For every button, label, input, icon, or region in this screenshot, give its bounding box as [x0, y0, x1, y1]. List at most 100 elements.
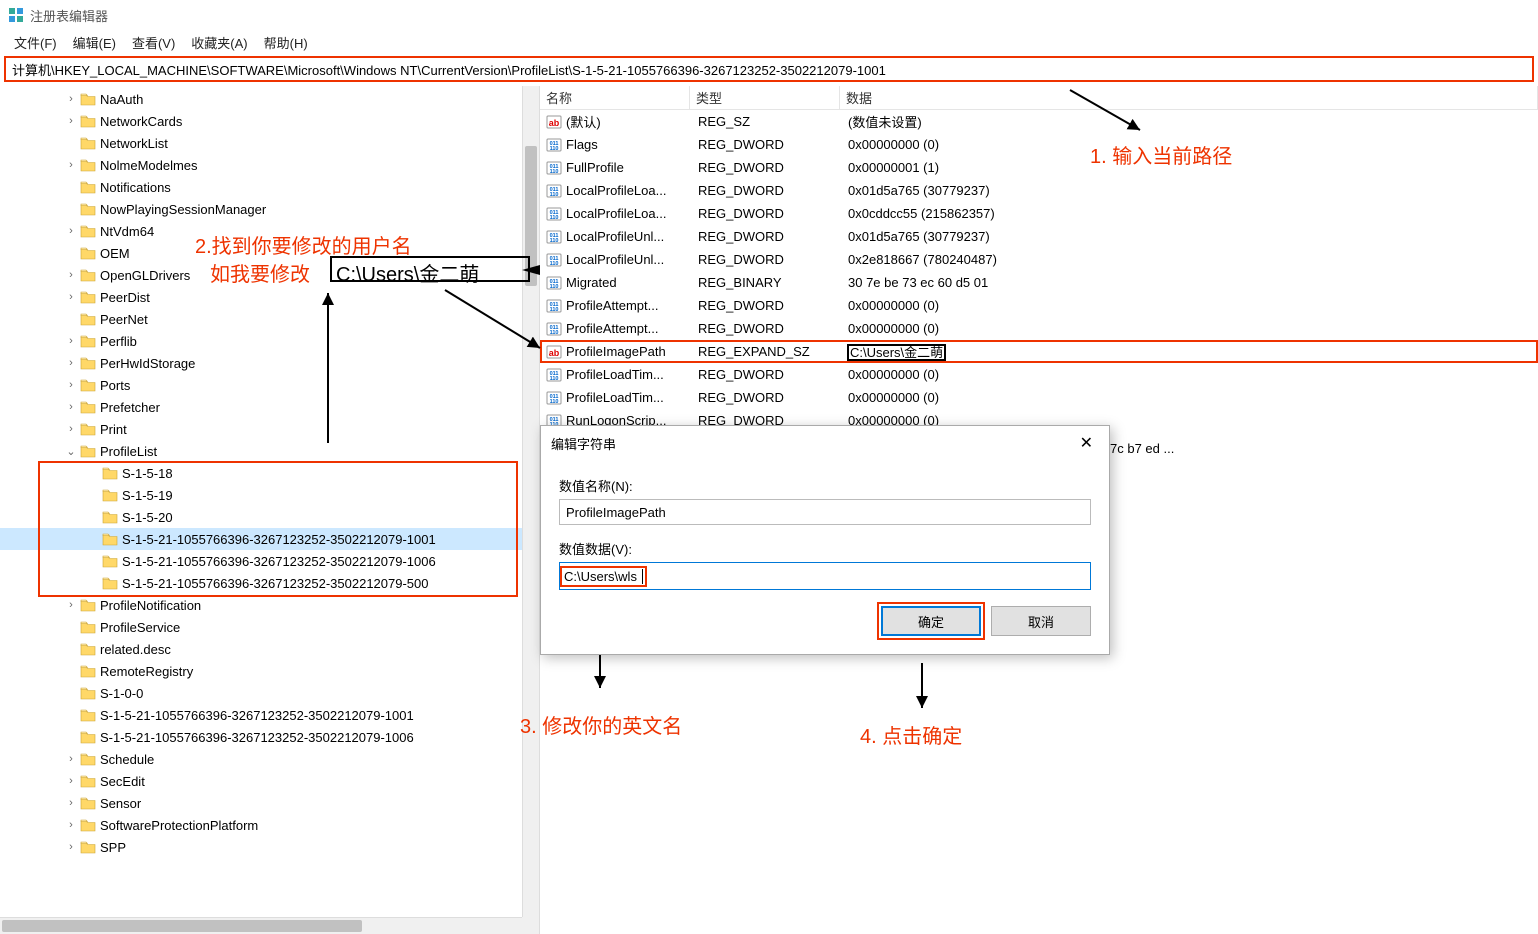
tree-item[interactable]: NowPlayingSessionManager: [0, 198, 539, 220]
value-row[interactable]: 011110FullProfileREG_DWORD0x00000001 (1): [540, 156, 1538, 179]
tree-item[interactable]: S-1-0-0: [0, 682, 539, 704]
binary-value-icon: 011110: [546, 160, 562, 176]
tree-item[interactable]: NetworkList: [0, 132, 539, 154]
folder-icon: [102, 510, 118, 524]
values-list[interactable]: ab(默认)REG_SZ(数值未设置)011110FlagsREG_DWORD0…: [540, 110, 1538, 432]
tree-item[interactable]: RemoteRegistry: [0, 660, 539, 682]
chevron-right-icon[interactable]: ›: [64, 357, 78, 369]
chevron-right-icon[interactable]: ›: [64, 379, 78, 391]
folder-icon: [80, 708, 96, 722]
value-row[interactable]: 011110ProfileLoadTim...REG_DWORD0x000000…: [540, 386, 1538, 409]
tree-item[interactable]: ›Prefetcher: [0, 396, 539, 418]
registry-tree[interactable]: ›NaAuth›NetworkCardsNetworkList›NolmeMod…: [0, 86, 539, 860]
value-row[interactable]: abProfileImagePathREG_EXPAND_SZC:\Users\…: [540, 340, 1538, 363]
tree-item[interactable]: ›NaAuth: [0, 88, 539, 110]
tree-item[interactable]: PeerNet: [0, 308, 539, 330]
tree-scrollbar-vertical[interactable]: [522, 86, 539, 918]
value-row[interactable]: 011110LocalProfileUnl...REG_DWORD0x01d5a…: [540, 225, 1538, 248]
chevron-right-icon[interactable]: ›: [64, 401, 78, 413]
tree-item[interactable]: ›Print: [0, 418, 539, 440]
tree-item[interactable]: ›SPP: [0, 836, 539, 858]
chevron-right-icon[interactable]: ›: [64, 93, 78, 105]
tree-pane: ›NaAuth›NetworkCardsNetworkList›NolmeMod…: [0, 86, 540, 934]
svg-text:110: 110: [550, 261, 559, 267]
chevron-right-icon[interactable]: ›: [64, 225, 78, 237]
value-row[interactable]: 011110ProfileAttempt...REG_DWORD0x000000…: [540, 294, 1538, 317]
chevron-down-icon[interactable]: ⌄: [64, 445, 78, 458]
tree-item[interactable]: S-1-5-21-1055766396-3267123252-350221207…: [0, 572, 539, 594]
chevron-right-icon[interactable]: ›: [64, 269, 78, 281]
chevron-right-icon[interactable]: ›: [64, 775, 78, 787]
tree-item[interactable]: ›Sensor: [0, 792, 539, 814]
tree-item[interactable]: ›NtVdm64: [0, 220, 539, 242]
address-text: 计算机\HKEY_LOCAL_MACHINE\SOFTWARE\Microsof…: [12, 60, 886, 79]
tree-scrollbar-horizontal[interactable]: [0, 917, 522, 934]
chevron-right-icon[interactable]: ›: [64, 753, 78, 765]
tree-item[interactable]: Notifications: [0, 176, 539, 198]
tree-item-label: Schedule: [100, 752, 154, 767]
tree-item[interactable]: ›SoftwareProtectionPlatform: [0, 814, 539, 836]
tree-item[interactable]: related.desc: [0, 638, 539, 660]
value-row[interactable]: 011110MigratedREG_BINARY30 7e be 73 ec 6…: [540, 271, 1538, 294]
col-name[interactable]: 名称: [540, 86, 690, 109]
tree-item[interactable]: S-1-5-19: [0, 484, 539, 506]
tree-item[interactable]: ›OpenGLDrivers: [0, 264, 539, 286]
folder-icon: [80, 840, 96, 854]
scroll-thumb[interactable]: [525, 146, 537, 286]
address-bar[interactable]: 计算机\HKEY_LOCAL_MACHINE\SOFTWARE\Microsof…: [4, 56, 1534, 82]
menu-favorites[interactable]: 收藏夹(A): [183, 31, 255, 54]
folder-icon: [80, 378, 96, 392]
chevron-right-icon[interactable]: ›: [64, 115, 78, 127]
tree-item[interactable]: ›NetworkCards: [0, 110, 539, 132]
folder-icon: [80, 136, 96, 150]
chevron-right-icon[interactable]: ›: [64, 841, 78, 853]
menu-edit[interactable]: 编辑(E): [65, 31, 124, 54]
tree-item[interactable]: ›SecEdit: [0, 770, 539, 792]
menu-view[interactable]: 查看(V): [124, 31, 183, 54]
value-type: REG_DWORD: [692, 390, 842, 405]
tree-item[interactable]: S-1-5-21-1055766396-3267123252-350221207…: [0, 528, 539, 550]
chevron-right-icon[interactable]: ›: [64, 599, 78, 611]
folder-icon: [80, 620, 96, 634]
tree-item[interactable]: ›PerHwIdStorage: [0, 352, 539, 374]
menu-help[interactable]: 帮助(H): [256, 31, 316, 54]
tree-item[interactable]: S-1-5-21-1055766396-3267123252-350221207…: [0, 726, 539, 748]
cancel-button[interactable]: 取消: [991, 606, 1091, 636]
tree-item[interactable]: ›PeerDist: [0, 286, 539, 308]
value-row[interactable]: 011110LocalProfileLoa...REG_DWORD0x01d5a…: [540, 179, 1538, 202]
chevron-right-icon[interactable]: ›: [64, 335, 78, 347]
folder-icon: [80, 664, 96, 678]
tree-item[interactable]: S-1-5-18: [0, 462, 539, 484]
tree-item[interactable]: ›NolmeModelmes: [0, 154, 539, 176]
tree-item[interactable]: S-1-5-21-1055766396-3267123252-350221207…: [0, 550, 539, 572]
tree-item[interactable]: S-1-5-20: [0, 506, 539, 528]
tree-item[interactable]: ›Ports: [0, 374, 539, 396]
value-row[interactable]: 011110FlagsREG_DWORD0x00000000 (0): [540, 133, 1538, 156]
col-data[interactable]: 数据: [840, 86, 1538, 109]
value-row[interactable]: 011110ProfileAttempt...REG_DWORD0x000000…: [540, 317, 1538, 340]
value-data-input[interactable]: C:\Users\wls: [559, 562, 1091, 590]
menu-file[interactable]: 文件(F): [6, 31, 65, 54]
chevron-right-icon[interactable]: ›: [64, 423, 78, 435]
tree-item[interactable]: ›ProfileNotification: [0, 594, 539, 616]
value-row[interactable]: 011110ProfileLoadTim...REG_DWORD0x000000…: [540, 363, 1538, 386]
col-type[interactable]: 类型: [690, 86, 840, 109]
chevron-right-icon[interactable]: ›: [64, 819, 78, 831]
chevron-right-icon[interactable]: ›: [64, 291, 78, 303]
value-name: ProfileLoadTim...: [566, 390, 692, 405]
value-type: REG_EXPAND_SZ: [692, 344, 842, 359]
dialog-close-button[interactable]: ✕: [1074, 431, 1099, 455]
value-row[interactable]: ab(默认)REG_SZ(数值未设置): [540, 110, 1538, 133]
tree-item[interactable]: ⌄ProfileList: [0, 440, 539, 462]
tree-item[interactable]: OEM: [0, 242, 539, 264]
tree-item[interactable]: ›Perflib: [0, 330, 539, 352]
tree-item[interactable]: ProfileService: [0, 616, 539, 638]
chevron-right-icon[interactable]: ›: [64, 797, 78, 809]
value-row[interactable]: 011110LocalProfileUnl...REG_DWORD0x2e818…: [540, 248, 1538, 271]
tree-item[interactable]: S-1-5-21-1055766396-3267123252-350221207…: [0, 704, 539, 726]
value-row[interactable]: 011110LocalProfileLoa...REG_DWORD0x0cddc…: [540, 202, 1538, 225]
chevron-right-icon[interactable]: ›: [64, 159, 78, 171]
scroll-thumb[interactable]: [2, 920, 362, 932]
tree-item[interactable]: › Schedule: [0, 748, 539, 770]
ok-button[interactable]: 确定: [881, 606, 981, 636]
